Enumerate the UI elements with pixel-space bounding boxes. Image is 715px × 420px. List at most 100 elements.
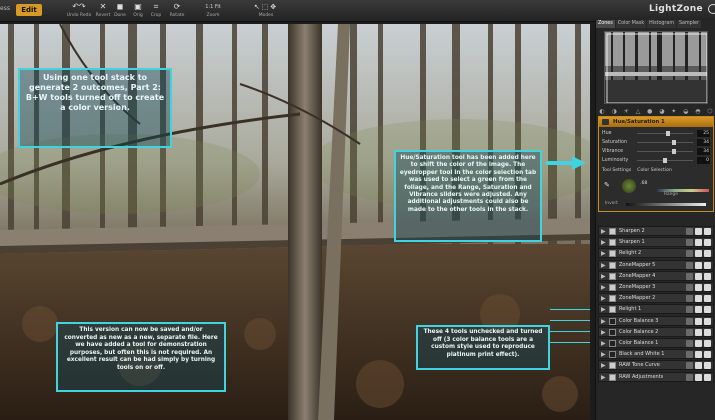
relight-icon[interactable]: ☀	[624, 107, 629, 116]
slider-knob[interactable]	[672, 149, 676, 154]
tool-mode-button[interactable]	[686, 250, 693, 258]
expand-arrow-icon[interactable]: ▶	[601, 351, 606, 359]
tool-row[interactable]: ▶ Relight 1	[598, 304, 714, 315]
tool-copy-button[interactable]	[695, 228, 702, 235]
navigator-preview[interactable]	[604, 31, 708, 104]
expand-arrow-icon[interactable]: ▶	[601, 374, 606, 382]
tool-copy-button[interactable]	[695, 295, 702, 303]
tool-row[interactable]: ▶ Color Balance 1	[598, 338, 714, 348]
vibrance-slider[interactable]: Vibrance 34	[599, 147, 713, 156]
expand-arrow-icon[interactable]: ▶	[601, 273, 606, 281]
tool-mode-button[interactable]	[686, 362, 693, 370]
tool-copy-button[interactable]	[695, 261, 702, 269]
tool-enable-checkbox[interactable]	[609, 362, 616, 370]
tool-enable-checkbox[interactable]	[609, 239, 616, 247]
expand-arrow-icon[interactable]: ▶	[601, 329, 606, 337]
zoom-control[interactable]: 1:1 Fit Zoom	[195, 2, 231, 21]
expand-arrow-icon[interactable]: ▶	[601, 250, 606, 258]
bw-icon[interactable]: ◓	[695, 107, 700, 116]
invert-label[interactable]: Invert	[605, 201, 618, 206]
tool-row[interactable]: ▶ Color Balance 2	[598, 326, 714, 337]
tool-copy-button[interactable]	[695, 284, 702, 291]
balance-icon[interactable]: ◒	[683, 107, 688, 116]
tool-copy-button[interactable]	[695, 362, 702, 370]
tab-color-mask[interactable]: Color Mask	[615, 20, 647, 28]
tool-row[interactable]: ▶ ZoneMapper 2	[598, 293, 714, 304]
slider-knob[interactable]	[663, 158, 667, 163]
tool-mode-button[interactable]	[686, 306, 693, 314]
tool-copy-button[interactable]	[695, 340, 702, 347]
tool-delete-button[interactable]	[704, 228, 711, 235]
tool-row[interactable]: ▶ Color Balance 3	[598, 315, 714, 326]
modes-control[interactable]: ↖⬚✥ Modes	[246, 2, 286, 21]
tool-delete-button[interactable]	[704, 351, 711, 359]
tool-delete-button[interactable]	[704, 306, 711, 314]
tool-delete-button[interactable]	[704, 362, 711, 370]
tool-delete-button[interactable]	[704, 284, 711, 291]
tool-mode-button[interactable]	[686, 373, 693, 381]
tool-delete-button[interactable]	[704, 317, 711, 325]
luminosity-range-bar[interactable]	[626, 203, 706, 206]
tool-mode-button[interactable]	[686, 261, 693, 269]
hue-icon[interactable]: ◕	[659, 107, 664, 116]
expand-arrow-icon[interactable]: ▶	[601, 306, 606, 314]
tool-copy-button[interactable]	[695, 351, 702, 359]
slider-knob[interactable]	[666, 131, 670, 136]
expand-arrow-icon[interactable]: ▶	[601, 228, 606, 236]
eyedropper-icon[interactable]: ✎	[604, 181, 610, 189]
tool-row[interactable]: ▶ Sharpen 2	[598, 226, 714, 236]
expand-arrow-icon[interactable]: ▶	[601, 340, 606, 348]
tool-enable-checkbox[interactable]	[609, 328, 616, 336]
hue-saturation-header[interactable]: Hue/Saturation 1	[599, 117, 713, 127]
zone-icon[interactable]: ◑	[611, 107, 616, 116]
tool-row[interactable]: ▶ Relight 2	[598, 248, 714, 259]
tool-enable-checkbox[interactable]	[609, 272, 616, 280]
tool-enable-checkbox[interactable]	[609, 306, 616, 314]
tool-mode-button[interactable]	[686, 272, 693, 280]
tool-enable-checkbox[interactable]	[609, 284, 616, 291]
tool-enable-checkbox[interactable]	[609, 340, 616, 347]
tool-delete-button[interactable]	[704, 373, 711, 381]
expand-arrow-icon[interactable]: ▶	[601, 239, 606, 247]
clone-icon[interactable]: ⬡	[707, 107, 712, 116]
tool-copy-button[interactable]	[695, 306, 702, 314]
tool-delete-button[interactable]	[704, 250, 711, 258]
tool-enable-checkbox[interactable]	[609, 351, 616, 359]
tab-tool-settings[interactable]: Tool Settings	[602, 167, 631, 175]
tool-copy-button[interactable]	[695, 328, 702, 336]
tool-mode-button[interactable]	[686, 351, 693, 359]
tool-row[interactable]: ▶ RAW Adjustments	[598, 371, 714, 382]
tool-row[interactable]: ▶ ZoneMapper 3	[598, 282, 714, 292]
tool-mode-button[interactable]	[686, 284, 693, 291]
tab-color-selection[interactable]: Color Selection	[637, 167, 672, 175]
expand-arrow-icon[interactable]: ▶	[601, 284, 606, 292]
color-swatch[interactable]	[622, 179, 636, 193]
tool-row[interactable]: ▶ Sharpen 1	[598, 237, 714, 248]
tool-copy-button[interactable]	[695, 250, 702, 258]
saturation-slider[interactable]: Saturation 34	[599, 138, 713, 147]
tab-zones[interactable]: Zones	[596, 20, 615, 28]
undo-redo-button[interactable]: ↶↷ Undo Redo	[66, 2, 92, 21]
noise-icon[interactable]: ✦	[671, 107, 676, 116]
tool-enable-checkbox[interactable]	[609, 373, 616, 381]
tool-copy-button[interactable]	[695, 239, 702, 247]
edit-mode-button[interactable]: Edit	[16, 4, 42, 16]
tool-delete-button[interactable]	[704, 340, 711, 347]
expand-arrow-icon[interactable]: ▶	[601, 362, 606, 370]
tool-mode-button[interactable]	[686, 328, 693, 336]
tool-enable-checkbox[interactable]	[609, 317, 616, 325]
tool-mode-button[interactable]	[686, 317, 693, 325]
tool-mode-button[interactable]	[686, 228, 693, 235]
luminosity-slider[interactable]: Luminosity 0	[599, 156, 713, 165]
tool-copy-button[interactable]	[695, 272, 702, 280]
tool-delete-button[interactable]	[704, 239, 711, 247]
tool-row[interactable]: ▶ ZoneMapper 4	[598, 270, 714, 281]
tool-mode-button[interactable]	[686, 340, 693, 347]
tool-mode-button[interactable]	[686, 295, 693, 303]
hue-slider[interactable]: Hue 25	[599, 129, 713, 138]
tool-row[interactable]: ▶ ZoneMapper 5	[598, 259, 714, 270]
tool-enable-checkbox[interactable]	[609, 295, 616, 303]
tab-histogram[interactable]: Histogram	[647, 20, 677, 28]
tool-delete-button[interactable]	[704, 261, 711, 269]
rotate-button[interactable]: ⟳ Rotate	[164, 2, 190, 21]
